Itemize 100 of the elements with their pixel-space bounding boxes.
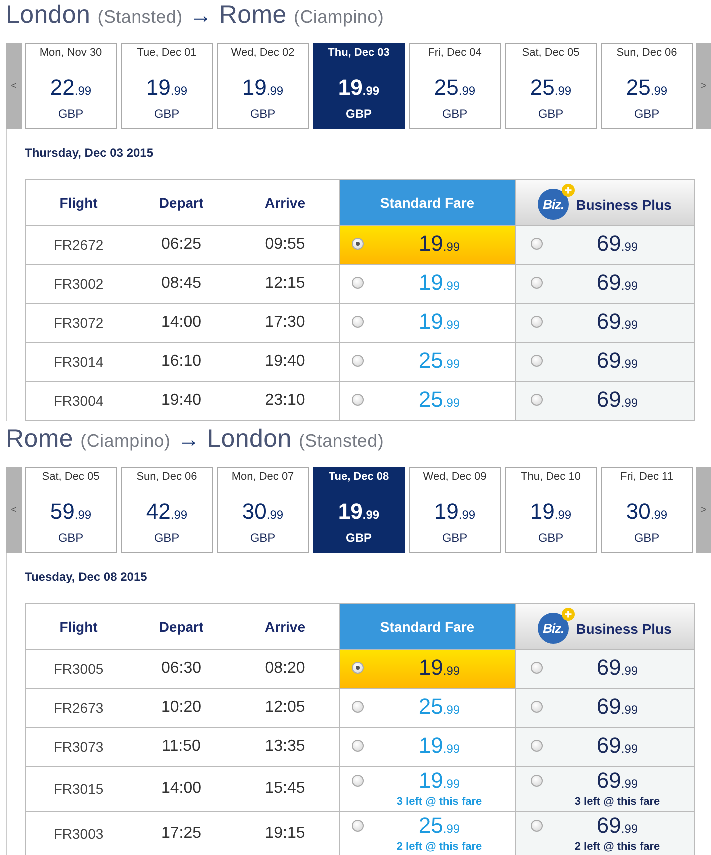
- fare-cell[interactable]: 19.99: [340, 650, 516, 688]
- radio-button[interactable]: [531, 662, 543, 674]
- departure-time: 14:00: [132, 304, 232, 342]
- previous-dates-button[interactable]: <: [6, 43, 22, 129]
- fare-cell[interactable]: 69.99: [516, 264, 694, 304]
- business-logo: Biz.: [538, 613, 570, 644]
- radio-button[interactable]: [352, 662, 364, 674]
- fare-price: 69.99: [596, 388, 638, 414]
- column-header-label: Business Plus: [576, 196, 672, 212]
- day-label: Sat, Dec 05: [522, 46, 580, 60]
- date-tile[interactable]: Tue, Dec 01 19.99 GBP: [121, 43, 213, 129]
- date-tile[interactable]: Sat, Dec 05 59.99 GBP: [25, 467, 117, 553]
- fare-cell[interactable]: 69.99 3 left @ this fare: [516, 766, 694, 812]
- fare-cell[interactable]: 69.99: [516, 650, 694, 688]
- fare-price: 25.99: [418, 388, 460, 414]
- fare-cell[interactable]: 69.99: [516, 226, 694, 264]
- currency-label: GBP: [250, 107, 276, 121]
- radio-button[interactable]: [352, 820, 364, 832]
- column-header: Standard Fare: [340, 604, 516, 650]
- radio-button[interactable]: [352, 276, 364, 288]
- arrival-time: 13:35: [232, 728, 340, 766]
- fare-cell[interactable]: 69.99: [516, 382, 694, 420]
- departure-time: 10:20: [132, 688, 232, 728]
- departure-time: 17:25: [132, 812, 232, 855]
- date-tile[interactable]: Fri, Dec 04 25.99 GBP: [409, 43, 501, 129]
- radio-button[interactable]: [531, 354, 543, 366]
- radio-button[interactable]: [531, 775, 543, 787]
- radio-button[interactable]: [531, 740, 543, 752]
- date-tile[interactable]: Mon, Nov 30 22.99 GBP: [25, 43, 117, 129]
- radio-button[interactable]: [531, 700, 543, 712]
- day-label: Sun, Dec 06: [616, 46, 678, 60]
- arrival-time: 19:40: [232, 342, 340, 382]
- seats-left-note: 3 left @ this fare: [574, 796, 660, 809]
- seats-left-note: 2 left @ this fare: [396, 841, 482, 854]
- fare-cell[interactable]: 69.99: [516, 342, 694, 382]
- departure-time: 06:30: [132, 650, 232, 688]
- radio-button[interactable]: [352, 740, 364, 752]
- lowest-fare-price: 30.99: [242, 499, 284, 526]
- flight-number: FR3003: [26, 812, 132, 855]
- radio-button[interactable]: [352, 316, 364, 328]
- radio-button[interactable]: [352, 354, 364, 366]
- date-tile[interactable]: Sun, Dec 06 42.99 GBP: [121, 467, 213, 553]
- fare-cell[interactable]: 69.99: [516, 688, 694, 728]
- plus-badge-icon: [562, 608, 576, 621]
- lowest-fare-price: 59.99: [50, 499, 92, 526]
- lowest-fare-price: 19.99: [434, 499, 476, 526]
- selected-date-label: Thursday, Dec 03 2015: [25, 145, 155, 161]
- day-label: Tue, Dec 01: [137, 46, 197, 60]
- departure-time: 16:10: [132, 342, 232, 382]
- next-dates-button[interactable]: >: [696, 43, 711, 129]
- date-tile[interactable]: Thu, Dec 03 19.99 GBP: [313, 43, 405, 129]
- date-tile[interactable]: Tue, Dec 08 19.99 GBP: [313, 467, 405, 553]
- fare-price: 69.99: [596, 769, 638, 795]
- day-label: Thu, Dec 03: [328, 46, 390, 60]
- next-dates-button[interactable]: >: [696, 467, 711, 553]
- fare-cell[interactable]: 69.99: [516, 304, 694, 342]
- radio-button[interactable]: [531, 276, 543, 288]
- radio-button[interactable]: [352, 700, 364, 712]
- day-label: Thu, Dec 10: [521, 470, 581, 484]
- day-label: Fri, Dec 11: [620, 470, 674, 484]
- fare-price: 19.99: [418, 310, 460, 336]
- radio-button[interactable]: [352, 394, 364, 406]
- fare-price: 25.99: [418, 694, 460, 720]
- column-header: Flight: [26, 604, 132, 650]
- fare-cell[interactable]: 69.99: [516, 728, 694, 766]
- column-header: Standard Fare: [340, 180, 516, 226]
- radio-button[interactable]: [352, 775, 364, 787]
- column-header: Depart: [132, 180, 232, 226]
- fare-price: 69.99: [596, 734, 638, 760]
- fare-cell[interactable]: 69.99 2 left @ this fare: [516, 812, 694, 855]
- date-tile[interactable]: Thu, Dec 10 19.99 GBP: [505, 467, 597, 553]
- lowest-fare-price: 19.99: [242, 75, 284, 102]
- day-label: Wed, Dec 02: [231, 46, 295, 60]
- previous-dates-button[interactable]: <: [6, 467, 22, 553]
- date-tile[interactable]: Wed, Dec 09 19.99 GBP: [409, 467, 501, 553]
- lowest-fare-price: 25.99: [530, 75, 572, 102]
- date-tile[interactable]: Mon, Dec 07 30.99 GBP: [217, 467, 309, 553]
- lowest-fare-price: 19.99: [338, 499, 380, 526]
- date-tile[interactable]: Sat, Dec 05 25.99 GBP: [505, 43, 597, 129]
- radio-button[interactable]: [352, 238, 364, 250]
- date-tile[interactable]: Fri, Dec 11 30.99 GBP: [601, 467, 693, 553]
- flight-number: FR3073: [26, 728, 132, 766]
- flight-number: FR2673: [26, 688, 132, 728]
- flight-number: FR2672: [26, 226, 132, 264]
- date-tile[interactable]: Sun, Dec 06 25.99 GBP: [601, 43, 693, 129]
- lowest-fare-price: 30.99: [626, 499, 668, 526]
- arrival-time: 15:45: [232, 766, 340, 812]
- radio-button[interactable]: [531, 394, 543, 406]
- flight-number: FR3072: [26, 304, 132, 342]
- fare-price: 69.99: [596, 694, 638, 720]
- fare-price: 69.99: [596, 270, 638, 296]
- fare-cell[interactable]: 19.99: [340, 226, 516, 264]
- radio-button[interactable]: [531, 238, 543, 250]
- date-tile[interactable]: Wed, Dec 02 19.99 GBP: [217, 43, 309, 129]
- fare-price: 69.99: [596, 814, 638, 840]
- radio-button[interactable]: [531, 820, 543, 832]
- plus-badge-icon: [562, 184, 576, 197]
- currency-label: GBP: [58, 531, 84, 545]
- radio-button[interactable]: [531, 316, 543, 328]
- column-header-label: Business Plus: [576, 620, 672, 636]
